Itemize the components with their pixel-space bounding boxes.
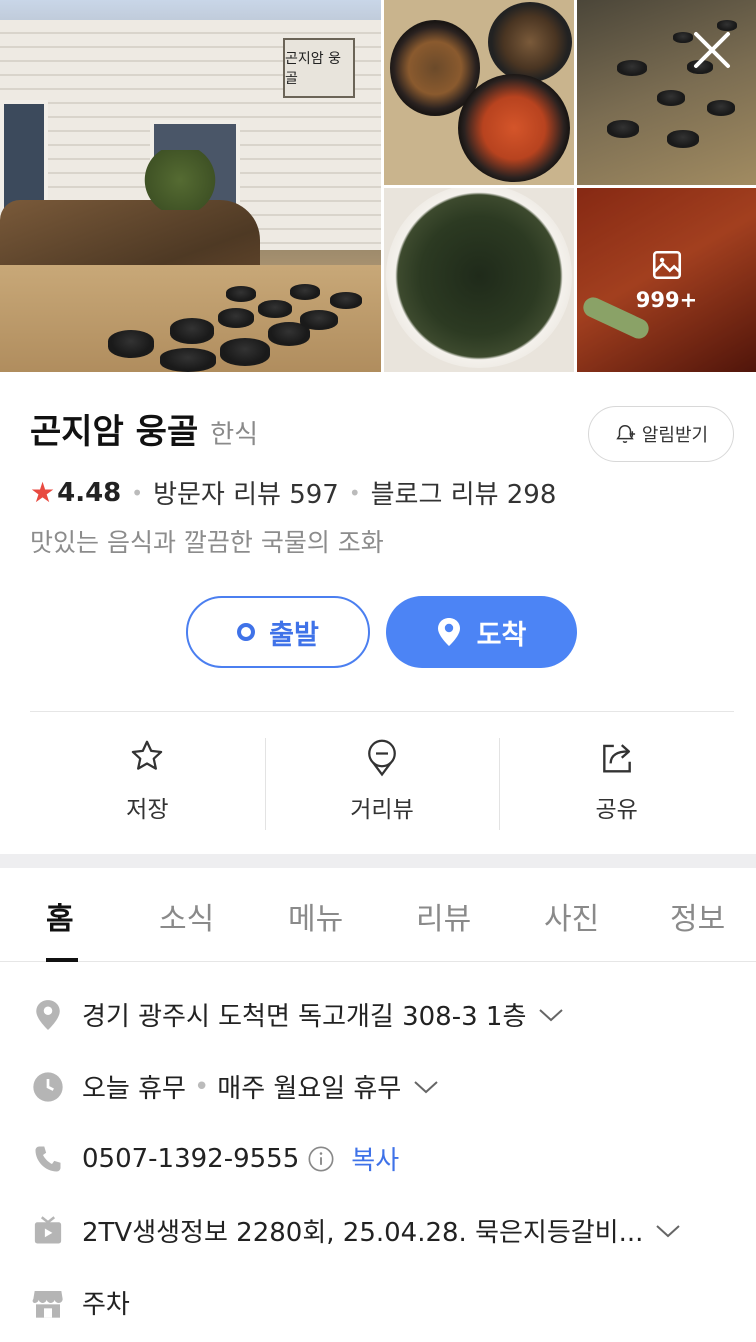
tab-review[interactable]: 리뷰 xyxy=(416,894,471,938)
copy-phone-button[interactable]: 복사 xyxy=(351,1140,399,1177)
food-photo-2[interactable] xyxy=(384,188,574,372)
blog-reviews-link[interactable]: 블로그 리뷰 298 xyxy=(371,474,557,511)
star-icon xyxy=(132,740,163,770)
phone-number[interactable]: 0507-1392-9555 xyxy=(82,1144,299,1174)
section-gap xyxy=(0,854,756,868)
crock-pot xyxy=(657,90,685,106)
more-photos-count: 999+ xyxy=(635,288,698,312)
chevron-down-icon[interactable] xyxy=(413,1079,439,1095)
chevron-down-icon[interactable] xyxy=(538,1007,564,1023)
crock-pot xyxy=(330,292,362,309)
parking-text: 주차 xyxy=(82,1290,130,1320)
phone-icon xyxy=(30,1141,66,1177)
crock-pot xyxy=(290,284,320,300)
hours-row[interactable]: 오늘 휴무 • 매주 월요일 휴무 xyxy=(30,1068,439,1105)
info-icon[interactable] xyxy=(307,1145,335,1173)
tab-bar: 홈 소식 메뉴 리뷰 사진 정보 xyxy=(0,868,756,962)
crock-pot xyxy=(218,308,254,328)
rating-star-icon: ★ xyxy=(30,476,56,509)
address-row[interactable]: 경기 광주시 도척면 독고개길 308-3 1층 xyxy=(30,996,564,1033)
crock-pot xyxy=(170,318,214,344)
map-pin-icon xyxy=(437,618,460,646)
visitor-reviews-link[interactable]: 방문자 리뷰 597 xyxy=(153,474,339,511)
route-arrive-button[interactable]: 도착 xyxy=(386,596,577,668)
crock-pot xyxy=(300,310,338,330)
restaurant-sign: 곤지암 웅골 xyxy=(283,38,355,98)
share-icon xyxy=(602,744,631,773)
route-start-button[interactable]: 출발 xyxy=(186,596,370,668)
alarm-button[interactable]: 알림받기 xyxy=(588,406,734,462)
address-text: 경기 광주시 도척면 독고개길 308-3 1층 xyxy=(82,1002,527,1032)
save-label: 저장 xyxy=(126,797,169,823)
tab-info[interactable]: 정보 xyxy=(670,894,725,938)
stew-dish xyxy=(458,74,570,182)
route-start-label: 출발 xyxy=(269,619,319,651)
crock-pot xyxy=(220,338,270,366)
store-icon xyxy=(30,1285,66,1321)
side-dish xyxy=(488,2,572,82)
crock-pot xyxy=(607,120,639,138)
crock-pot xyxy=(617,60,647,76)
tv-appearance-text: 2TV생생정보 2280회, 25.04.28. 묵은지등갈비... xyxy=(82,1218,644,1248)
roadview-icon xyxy=(368,739,396,777)
crock-pot xyxy=(160,348,216,372)
chevron-down-icon[interactable] xyxy=(655,1223,681,1239)
divider xyxy=(30,711,734,712)
tv-row[interactable]: 2TV생생정보 2280회, 25.04.28. 묵은지등갈비... xyxy=(30,1212,681,1249)
rating-score: 4.48 xyxy=(57,477,122,508)
close-icon[interactable] xyxy=(690,28,734,72)
separator-dot: • xyxy=(348,480,361,505)
parking-row: 주차 xyxy=(30,1284,130,1321)
crock-pot xyxy=(226,286,256,302)
rating-row: ★ 4.48 • 방문자 리뷰 597 • 블로그 리뷰 298 xyxy=(30,474,556,511)
alarm-label: 알림받기 xyxy=(641,425,709,446)
clock-icon xyxy=(30,1069,66,1105)
place-description: 맛있는 음식과 깔끔한 국물의 조화 xyxy=(30,528,384,557)
tv-icon xyxy=(30,1213,66,1249)
start-point-icon xyxy=(237,623,256,641)
share-label: 공유 xyxy=(595,797,638,823)
hours-detail: 매주 월요일 휴무 xyxy=(217,1074,402,1104)
crock-pot xyxy=(108,330,154,358)
more-photos-overlay[interactable]: 999+ xyxy=(577,188,756,372)
tab-news[interactable]: 소식 xyxy=(159,894,214,938)
roadview-label: 거리뷰 xyxy=(350,797,414,823)
crock-pot xyxy=(667,130,699,148)
separator-dot: • xyxy=(131,480,144,505)
place-name: 곤지암 웅골 xyxy=(30,412,199,452)
location-pin-icon xyxy=(30,997,66,1033)
food-photo-1[interactable] xyxy=(384,0,574,185)
save-button[interactable]: 저장 xyxy=(30,736,265,830)
bell-plus-icon xyxy=(616,425,635,443)
tab-photo[interactable]: 사진 xyxy=(544,894,599,938)
tab-home[interactable]: 홈 xyxy=(46,894,74,938)
crock-pot xyxy=(258,300,292,318)
phone-row: 0507-1392-9555 복사 xyxy=(30,1140,399,1177)
photo-gallery: 곤지암 웅골 999+ xyxy=(0,0,756,372)
seaweed-rice-bowl xyxy=(386,188,572,368)
image-icon xyxy=(652,250,681,280)
title-row: 곤지암 웅골 한식 xyxy=(30,404,258,453)
crock-pot xyxy=(707,100,735,116)
food-photo-3[interactable]: 999+ xyxy=(577,188,756,372)
roadview-button[interactable]: 거리뷰 xyxy=(264,736,500,830)
active-tab-indicator xyxy=(46,958,78,962)
action-bar: 저장 거리뷰 공유 xyxy=(30,736,734,830)
main-photo[interactable]: 곤지암 웅골 xyxy=(0,0,381,372)
share-button[interactable]: 공유 xyxy=(499,736,734,830)
route-arrive-label: 도착 xyxy=(476,619,527,651)
pine-tree xyxy=(140,150,220,210)
hours-status: 오늘 휴무 xyxy=(82,1074,186,1104)
separator-dot: • xyxy=(193,1071,210,1102)
tab-menu[interactable]: 메뉴 xyxy=(288,894,343,938)
place-category: 한식 xyxy=(210,420,259,450)
